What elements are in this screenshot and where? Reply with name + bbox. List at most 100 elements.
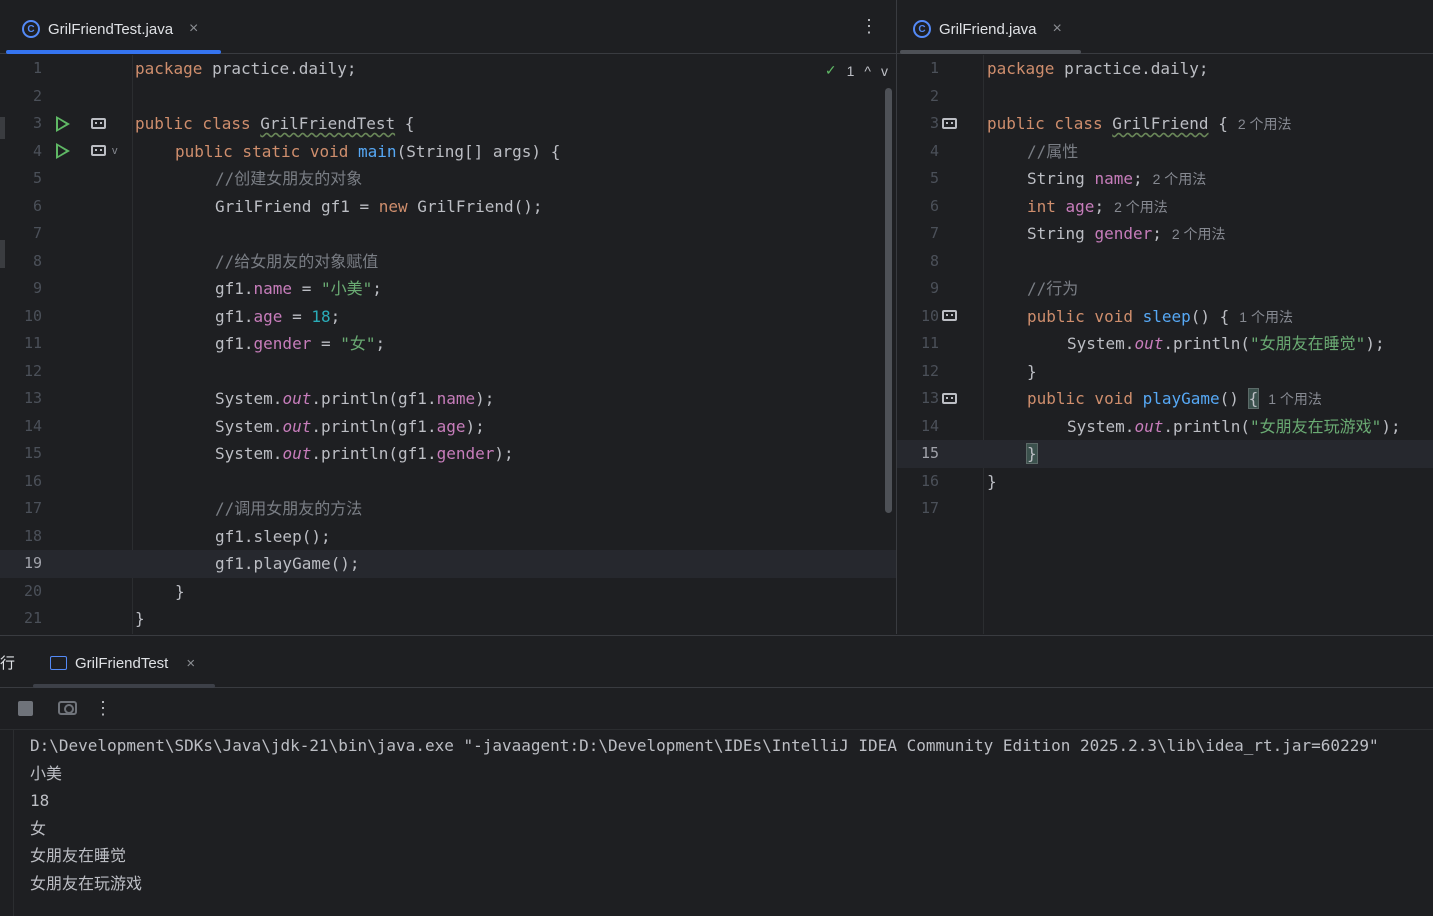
implementation-icon[interactable]	[91, 118, 106, 129]
line-number: 15	[920, 444, 939, 462]
java-class-icon: C	[22, 20, 40, 38]
code-line: gf1.name = "小美";	[215, 279, 382, 298]
current-line: 15 }	[897, 440, 1433, 468]
code-line: package practice.daily;	[987, 59, 1209, 78]
right-code-editor[interactable]: 1 package practice.daily; 2 3 public cla…	[897, 55, 1433, 634]
line-number: 3	[929, 114, 939, 132]
run-class-icon[interactable]	[56, 116, 70, 132]
code-line: System.out.println(gf1.gender);	[215, 444, 514, 463]
code-line: gf1.gender = "女";	[215, 334, 386, 353]
more-options-icon[interactable]: ⋮	[94, 698, 112, 719]
code-comment: //属性	[1027, 141, 1079, 161]
left-editor-tabbar: C GrilFriendTest.java × ⋮	[0, 0, 896, 54]
code-line: gf1.playGame();	[215, 554, 360, 573]
run-toolbar: ⋮	[0, 688, 1433, 730]
more-options-icon[interactable]: ⋮	[860, 16, 878, 37]
line-number: 2	[929, 86, 939, 105]
run-tabbar: 行 GrilFriendTest ×	[0, 636, 1433, 688]
current-line: 19 gf1.playGame();	[0, 550, 896, 578]
line-number: 13	[23, 389, 42, 407]
tab-label: GrilFriend.java	[939, 20, 1037, 38]
left-code-editor[interactable]: 1 package practice.daily; 2 3 public cla…	[0, 55, 896, 634]
line-number: 1	[929, 59, 939, 77]
line-number: 21	[23, 609, 42, 627]
code-comment: //创建女朋友的对象	[215, 169, 363, 188]
line-number: 3	[32, 114, 42, 132]
code-line: public class GrilFriend {2 个用法	[987, 114, 1292, 133]
line-number: 9	[32, 279, 42, 297]
line-number: 20	[23, 581, 42, 600]
tab-grilfriendtest-java[interactable]: C GrilFriendTest.java ×	[6, 6, 214, 52]
implementation-icon[interactable]	[91, 145, 106, 156]
line-number: 16	[920, 471, 939, 490]
run-tab-label: GrilFriendTest	[75, 654, 169, 672]
line-number: 5	[32, 169, 42, 187]
code-line: String gender; 2 个用法	[1027, 224, 1226, 243]
line-number: 7	[32, 224, 42, 242]
line-number: 12	[23, 361, 42, 380]
line-number: 14	[23, 416, 42, 435]
code-line: System.out.println(gf1.age);	[215, 416, 485, 436]
code-line: String name; 2 个用法	[1027, 169, 1207, 188]
line-number: 10	[920, 306, 939, 325]
run-main-icon[interactable]	[56, 143, 70, 159]
code-line: System.out.println("女朋友在睡觉");	[1067, 334, 1385, 353]
code-line: System.out.println(gf1.name);	[215, 389, 495, 408]
line-number: 9	[929, 279, 939, 297]
console-line: 小美	[30, 763, 63, 783]
line-number: 17	[23, 499, 42, 517]
line-number: 8	[32, 251, 42, 270]
console-line: 女	[30, 818, 47, 838]
line-number: 6	[929, 196, 939, 215]
console-output[interactable]: D:\Development\SDKs\Java\jdk-21\bin\java…	[30, 732, 1433, 897]
implementation-icon[interactable]	[942, 118, 957, 129]
line-number: 8	[929, 251, 939, 270]
usage-hint: 1 个用法	[1268, 391, 1322, 407]
java-class-icon: C	[913, 20, 931, 38]
code-line: public void sleep() {1 个用法	[1027, 306, 1293, 326]
close-tab-icon[interactable]: ×	[1053, 20, 1062, 38]
implementation-icon[interactable]	[942, 310, 957, 321]
console-line: D:\Development\SDKs\Java\jdk-21\bin\java…	[30, 736, 1379, 755]
line-number: 5	[929, 169, 939, 187]
code-comment: //行为	[1027, 279, 1079, 298]
tab-run-grilfriendtest[interactable]: GrilFriendTest ×	[40, 642, 205, 684]
code-comment: //调用女朋友的方法	[215, 499, 363, 518]
line-number: 4	[32, 141, 42, 160]
console-icon	[50, 656, 67, 670]
code-line: }	[987, 471, 997, 491]
line-number: 17	[920, 499, 939, 517]
line-number: 6	[32, 196, 42, 215]
code-line: gf1.age = 18;	[215, 306, 341, 326]
stop-icon[interactable]	[18, 701, 33, 716]
code-line: }	[1027, 361, 1037, 381]
console-line: 女朋友在玩游戏	[30, 873, 143, 893]
implementation-icon[interactable]	[942, 393, 957, 404]
code-line: package practice.daily;	[135, 59, 357, 78]
screenshot-icon[interactable]	[58, 701, 77, 715]
line-number: 2	[32, 86, 42, 105]
tab-label: GrilFriendTest.java	[48, 20, 174, 38]
vertical-scrollbar[interactable]	[885, 88, 892, 513]
console-line: 女朋友在睡觉	[30, 846, 127, 865]
code-comment: //给女朋友的对象赋值	[215, 251, 379, 271]
close-tab-icon[interactable]: ×	[186, 655, 195, 672]
line-number: 19	[23, 554, 42, 572]
code-line: gf1.sleep();	[215, 526, 331, 546]
line-number: 11	[920, 334, 939, 352]
run-tool-window: 行 GrilFriendTest × ⋮ D:\Development\SDKs…	[0, 635, 1433, 916]
right-editor-tabbar: C GrilFriend.java ×	[897, 0, 1433, 54]
line-number: 12	[920, 361, 939, 380]
code-line: }	[175, 581, 185, 601]
usage-hint: 2 个用法	[1152, 171, 1207, 187]
close-tab-icon[interactable]: ×	[189, 20, 198, 38]
usage-hint: 1 个用法	[1239, 308, 1293, 325]
usage-hint: 2 个用法	[1171, 226, 1226, 242]
right-editor-pane: C GrilFriend.java × 1 package practice.d…	[897, 0, 1433, 634]
code-line: GrilFriend gf1 = new GrilFriend();	[215, 196, 543, 216]
line-number: 15	[23, 444, 42, 462]
code-line: }	[1026, 443, 1038, 464]
console-left-strip	[0, 730, 14, 916]
tab-grilfriend-java[interactable]: C GrilFriend.java ×	[897, 6, 1078, 52]
fold-chevron-icon[interactable]: v	[112, 145, 118, 157]
